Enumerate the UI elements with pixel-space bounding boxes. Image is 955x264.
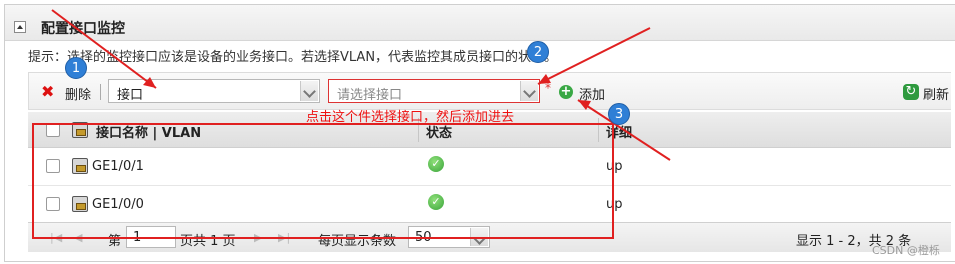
chevron-down-icon[interactable] <box>520 81 538 101</box>
annotation-note: 点击这个件选择接口，然后添加进去 <box>306 110 515 125</box>
ok-icon: ✓ <box>428 156 444 172</box>
interface-name: GE1/0/1 <box>92 159 144 174</box>
per-page-select[interactable]: 50 <box>408 226 490 248</box>
type-select-value: 接口 <box>117 88 144 103</box>
pagination-bar: |◀ ◀ 第 1 页共 1 页 ▶ ▶| 每页显示条数 50 显示 1 - 2，… <box>28 222 951 252</box>
page-suffix: 页共 1 页 <box>180 234 236 249</box>
ok-icon: ✓ <box>428 194 444 210</box>
next-page-icon[interactable]: ▶ <box>254 231 262 244</box>
delete-icon[interactable]: ✖ <box>41 84 55 100</box>
first-page-icon[interactable]: |◀ <box>50 231 62 244</box>
step-badge-3: 3 <box>608 103 630 125</box>
chevron-down-icon[interactable] <box>470 228 488 246</box>
add-button[interactable]: 添加 <box>579 84 605 103</box>
type-select[interactable]: 接口 <box>108 79 320 103</box>
table-row[interactable]: GE1/0/0 ✓ up <box>28 186 951 224</box>
column-divider <box>598 118 599 142</box>
per-page-value: 50 <box>415 230 432 245</box>
detail-value: up <box>606 159 623 174</box>
step-badge-2: 2 <box>527 41 549 63</box>
toolbar-divider <box>100 84 101 100</box>
add-icon[interactable]: + <box>559 85 573 99</box>
last-page-icon[interactable]: ▶| <box>278 231 290 244</box>
row-checkbox[interactable] <box>46 197 60 211</box>
collapse-toggle-icon[interactable] <box>14 21 26 33</box>
detail-value: up <box>606 197 623 212</box>
port-icon <box>72 196 88 212</box>
panel-title: 配置接口监控 <box>41 21 125 37</box>
toolbar: ✖ 删除 接口 请选择接口 * + 添加 ↻ 刷新 <box>28 72 951 110</box>
required-mark: * <box>545 81 551 95</box>
port-icon <box>72 122 88 138</box>
row-checkbox[interactable] <box>46 159 60 173</box>
page-prefix: 第 <box>108 234 122 249</box>
hint-text: 提示：选择的监控接口应该是设备的业务接口。若选择VLAN，代表监控其成员接口的状… <box>28 50 558 65</box>
chevron-down-icon[interactable] <box>300 81 318 101</box>
select-all-checkbox[interactable] <box>46 123 60 137</box>
prev-page-icon[interactable]: ◀ <box>74 231 82 244</box>
delete-button[interactable]: 删除 <box>65 84 91 103</box>
port-icon <box>72 158 88 174</box>
page-input[interactable]: 1 <box>126 226 176 248</box>
interface-select-placeholder: 请选择接口 <box>337 88 403 103</box>
refresh-button[interactable]: 刷新 <box>923 84 949 103</box>
interface-select[interactable]: 请选择接口 <box>328 79 540 103</box>
interface-name: GE1/0/0 <box>92 197 144 212</box>
column-header-name[interactable]: 接口名称 | VLAN <box>96 122 201 141</box>
watermark: CSDN @橙栎 <box>872 244 940 257</box>
step-badge-1: 1 <box>65 57 87 79</box>
refresh-icon[interactable]: ↻ <box>903 84 919 100</box>
per-page-label: 每页显示条数 <box>318 234 397 249</box>
panel-header: 配置接口监控 <box>5 5 955 41</box>
table-row[interactable]: GE1/0/1 ✓ up <box>28 148 951 186</box>
per-page-arrow[interactable] <box>470 228 488 246</box>
page-input-value: 1 <box>133 230 142 245</box>
